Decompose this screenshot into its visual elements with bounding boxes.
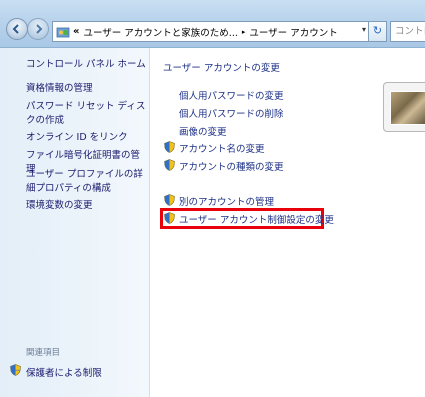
window-toolbar: « ユーザー アカウントと家族のため... ▸ ユーザー アカウント ▾ ↻ コ… [0, 0, 425, 48]
related-section-title: 関連項目 [26, 348, 61, 358]
sidebar: コントロール パネル ホーム 資格情報の管理 パスワード リセット ディスクの作… [0, 48, 150, 397]
task-manage-another-account[interactable]: 別のアカウントの管理 [179, 194, 274, 208]
arrow-right-icon [36, 24, 43, 34]
user-account-picture[interactable] [383, 82, 425, 132]
shield-icon [10, 364, 21, 376]
refresh-icon: ↻ [372, 24, 383, 37]
sidebar-item-profile-properties[interactable]: ユーザー プロファイルの詳細プロパティの構成 [26, 168, 146, 196]
breadcrumb-user-accounts[interactable]: ユーザー アカウント [249, 25, 337, 39]
address-bar[interactable]: « ユーザー アカウントと家族のため... ▸ ユーザー アカウント ▾ [52, 21, 370, 42]
breadcrumb-overflow[interactable]: « [73, 26, 79, 37]
sidebar-item-link-online-id[interactable]: オンライン ID をリンク [26, 131, 146, 145]
task-change-account-name[interactable]: アカウント名の変更 [179, 141, 265, 155]
refresh-button[interactable]: ↻ [368, 21, 387, 42]
breadcrumb-user-accounts-family[interactable]: ユーザー アカウントと家族のため... [83, 25, 237, 39]
breadcrumb-separator-icon[interactable]: ▸ [242, 28, 246, 36]
shield-icon [164, 212, 175, 224]
sidebar-item-credentials[interactable]: 資格情報の管理 [26, 82, 146, 96]
main-content: ユーザー アカウントの変更 個人用パスワードの変更 個人用パスワードの削除 画像… [150, 48, 425, 397]
sidebar-item-password-reset-disk[interactable]: パスワード リセット ディスクの作成 [26, 100, 146, 128]
shield-icon [164, 194, 175, 206]
task-change-picture[interactable]: 画像の変更 [179, 124, 227, 138]
task-remove-password[interactable]: 個人用パスワードの削除 [179, 106, 284, 120]
user-picture-image [390, 91, 425, 125]
task-change-account-type[interactable]: アカウントの種類の変更 [179, 159, 284, 173]
sidebar-item-parental-controls[interactable]: 保護者による制限 [26, 365, 102, 379]
back-button[interactable] [6, 18, 28, 40]
search-input[interactable]: コントロール [390, 21, 425, 42]
arrow-left-icon [12, 24, 19, 34]
sidebar-item-environment-variables[interactable]: 環境変数の変更 [26, 199, 146, 213]
shield-icon [164, 159, 175, 171]
forward-button[interactable] [27, 18, 49, 40]
sidebar-home-link[interactable]: コントロール パネル ホーム [26, 56, 146, 70]
task-change-password[interactable]: 個人用パスワードの変更 [179, 88, 284, 102]
shield-icon [164, 141, 175, 153]
control-panel-icon [56, 27, 70, 37]
page-title: ユーザー アカウントの変更 [163, 63, 280, 74]
address-dropdown-icon[interactable]: ▾ [362, 25, 366, 34]
task-change-uac-settings[interactable]: ユーザー アカウント制御設定の変更 [179, 212, 334, 226]
